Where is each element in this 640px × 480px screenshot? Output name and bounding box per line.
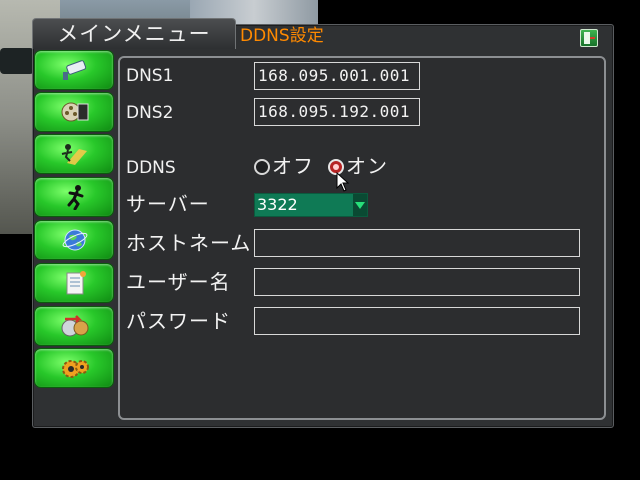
main-menu-tab[interactable]: メインメニュー: [32, 18, 236, 49]
password-label: パスワード: [126, 309, 231, 333]
globe-icon: [62, 229, 88, 251]
gears-icon: [62, 360, 89, 378]
ddns-off-label: オフ: [272, 154, 314, 178]
sidebar-item-alarm[interactable]: [34, 177, 114, 217]
document-icon: [66, 271, 86, 295]
server-label: サーバー: [126, 192, 210, 216]
sidebar-item-network[interactable]: [34, 220, 114, 260]
username-label: ユーザー名: [126, 270, 231, 294]
sidebar-item-camera[interactable]: [34, 50, 114, 90]
username-field[interactable]: [254, 268, 580, 296]
title-bar: メインメニュー DDNS設定: [32, 18, 612, 52]
hostname-field[interactable]: [254, 229, 580, 257]
disk-arrow-icon: [61, 315, 89, 337]
hostname-label: ホストネーム: [126, 231, 252, 255]
ddns-on-label: オン: [346, 154, 388, 178]
sidebar-item-record[interactable]: [34, 92, 114, 132]
camera-icon: [63, 60, 87, 80]
dns1-label: DNS1: [126, 66, 174, 86]
sidebar-item-log[interactable]: [34, 263, 114, 303]
feed-car: [0, 48, 34, 74]
exit-arrow-icon: [590, 37, 595, 39]
dns1-field[interactable]: 168.095.001.001: [254, 62, 420, 90]
ddns-label: DDNS: [126, 158, 176, 178]
ddns-off-radio[interactable]: [254, 159, 270, 175]
film-reel-icon: [61, 102, 89, 122]
running-man-icon: [67, 185, 84, 210]
sidebar-item-backup[interactable]: [34, 306, 114, 346]
sidebar-item-system[interactable]: [34, 348, 114, 388]
mouse-cursor-icon: [336, 172, 350, 192]
server-select[interactable]: 3322: [254, 193, 368, 217]
dns2-label: DNS2: [126, 103, 174, 123]
dns2-field[interactable]: 168.095.192.001: [254, 98, 420, 126]
sidebar-item-motion[interactable]: [34, 134, 114, 174]
chevron-down-icon[interactable]: [353, 194, 367, 216]
exit-button[interactable]: [580, 29, 598, 47]
running-spotlight-icon: [61, 144, 87, 165]
server-select-value: 3322: [257, 195, 298, 214]
password-field[interactable]: [254, 307, 580, 335]
page-title: DDNS設定: [240, 26, 324, 46]
